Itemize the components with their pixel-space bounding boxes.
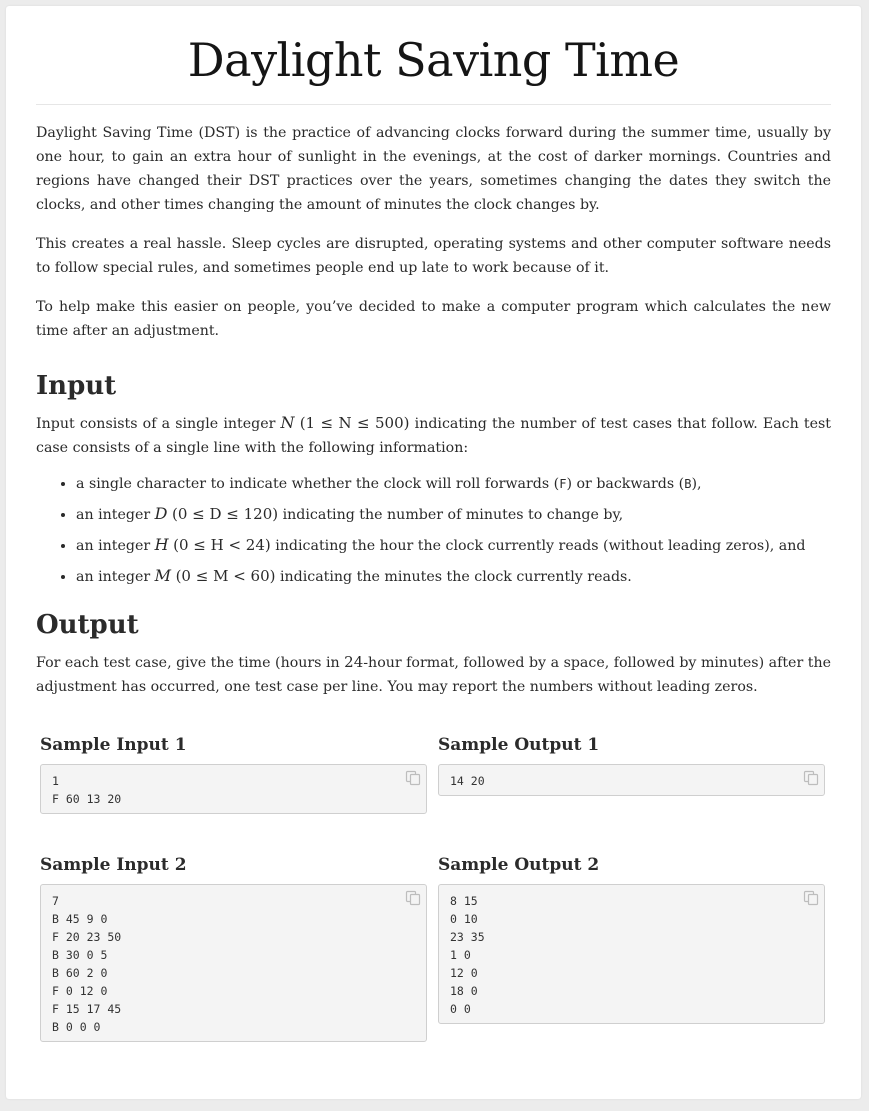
bullet-text: indicating the number of minutes to chan… — [278, 507, 624, 523]
math-h: H — [154, 535, 169, 554]
sample-output-title: Sample Output 2 — [438, 855, 600, 875]
problem-card: Daylight Saving Time Daylight Saving Tim… — [6, 6, 861, 1099]
title-divider — [36, 104, 831, 105]
math-d: D — [154, 504, 168, 523]
bullet-text: indicating the hour the clock currently … — [270, 538, 806, 554]
intro-paragraph-3: To help make this easier on people, you’… — [36, 299, 831, 339]
bullet-text: ) or backwards ( — [566, 476, 685, 492]
input-text-before: Input consists of a single integer — [36, 416, 281, 432]
sample-input-text[interactable]: 1 F 60 13 20 — [41, 765, 426, 814]
sample-input-title: Sample Input 1 — [40, 735, 187, 755]
list-item: a single character to indicate whether t… — [76, 474, 831, 495]
input-format-list: a single character to indicate whether t… — [36, 474, 831, 588]
bullet-text: a single character to indicate whether t… — [76, 476, 560, 492]
list-item: an integer D (0 ≤ D ≤ 120) indicating th… — [76, 503, 831, 526]
list-item: an integer H (0 ≤ H < 24) indicating the… — [76, 534, 831, 557]
output-text-before: For each test case, give the time (hours… — [36, 655, 345, 671]
math-n: N — [280, 413, 295, 432]
math-m-range: (0 ≤ M < 60) — [175, 567, 276, 585]
copy-icon[interactable] — [803, 770, 819, 786]
bullet-text: an integer — [76, 569, 155, 585]
bullet-text: indicating the minutes the clock current… — [275, 569, 632, 585]
sample-output-box[interactable]: 14 20 — [438, 764, 825, 796]
sample-input-box[interactable]: 7 B 45 9 0 F 20 23 50 B 30 0 5 B 60 2 0 … — [40, 884, 427, 1042]
sample-output-1: Sample Output 1 14 20 — [438, 734, 828, 796]
input-paragraph: Input consists of a single integer N (1 … — [36, 411, 831, 460]
intro-paragraph-2: This creates a real hassle. Sleep cycles… — [36, 236, 831, 276]
problem-content: Daylight Saving Time Daylight Saving Tim… — [36, 6, 831, 699]
math-d-range: (0 ≤ D ≤ 120) — [172, 505, 279, 523]
sample-input-1: Sample Input 1 1 F 60 13 20 — [40, 734, 430, 814]
sample-input-title: Sample Input 2 — [40, 855, 187, 875]
math-24: 24 — [344, 653, 364, 671]
copy-icon[interactable] — [405, 890, 421, 906]
sample-output-text[interactable]: 14 20 — [439, 765, 824, 796]
sample-input-text[interactable]: 7 B 45 9 0 F 20 23 50 B 30 0 5 B 60 2 0 … — [41, 885, 426, 1042]
sample-output-title: Sample Output 1 — [438, 735, 600, 755]
bullet-text: an integer — [76, 507, 155, 523]
math-m: M — [154, 566, 172, 585]
page-title: Daylight Saving Time — [187, 33, 680, 87]
sample-input-box[interactable]: 1 F 60 13 20 — [40, 764, 427, 814]
output-heading: Output — [36, 610, 139, 640]
math-h-range: (0 ≤ H < 24) — [173, 536, 271, 554]
bullet-text: ), — [691, 476, 702, 492]
sample-output-box[interactable]: 8 15 0 10 23 35 1 0 12 0 18 0 0 0 — [438, 884, 825, 1024]
copy-icon[interactable] — [803, 890, 819, 906]
math-n-range: (1 ≤ N ≤ 500) — [299, 414, 410, 432]
bullet-text: an integer — [76, 538, 155, 554]
intro-paragraph-1: Daylight Saving Time (DST) is the practi… — [36, 125, 831, 213]
sample-output-text[interactable]: 8 15 0 10 23 35 1 0 12 0 18 0 0 0 — [439, 885, 824, 1024]
output-paragraph: For each test case, give the time (hours… — [36, 650, 831, 699]
sample-output-2: Sample Output 2 8 15 0 10 23 35 1 0 12 0… — [438, 854, 828, 1024]
list-item: an integer M (0 ≤ M < 60) indicating the… — [76, 565, 831, 588]
input-heading: Input — [36, 371, 117, 401]
copy-icon[interactable] — [405, 770, 421, 786]
sample-input-2: Sample Input 2 7 B 45 9 0 F 20 23 50 B 3… — [40, 854, 430, 1042]
